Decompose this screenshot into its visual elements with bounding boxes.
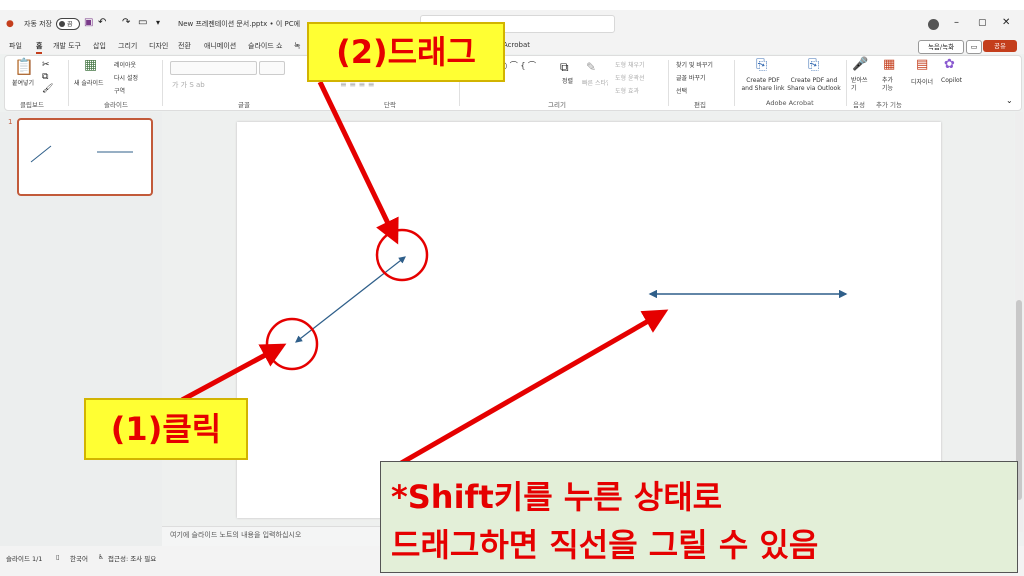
drawing-group-label: 그리기: [548, 101, 566, 109]
tip-box: *Shift키를 누른 상태로 드래그하면 직선을 그릴 수 있음: [380, 461, 1018, 573]
addins-icon[interactable]: ▦: [883, 58, 895, 72]
slide-thumbnail-number: 1: [8, 118, 13, 126]
font-group-label: 글꼴: [238, 101, 250, 109]
pdf-outlook-icon[interactable]: ⎘: [808, 58, 819, 72]
share-button[interactable]: 공유: [983, 40, 1017, 52]
clipboard-group-label: 클립보드: [20, 101, 44, 109]
autosave-toggle[interactable]: 끔: [56, 18, 80, 30]
tab-record[interactable]: 녹: [294, 41, 300, 51]
language-status[interactable]: 한국어: [70, 553, 88, 563]
designer-button[interactable]: 디자이너: [911, 77, 933, 86]
tip-line-2: 드래그하면 직선을 그릴 수 있음: [391, 526, 819, 564]
close-icon[interactable]: ✕: [1002, 16, 1010, 30]
paragraph-group-label: 단락: [384, 101, 396, 109]
copilot-icon[interactable]: ✿: [944, 58, 955, 72]
dictate-button[interactable]: 받아쓰기: [851, 77, 869, 93]
tab-transitions[interactable]: 전환: [178, 41, 191, 51]
shape-fill-button[interactable]: 도형 채우기: [615, 60, 645, 69]
arrange-icon[interactable]: ⧉: [560, 60, 569, 74]
font-style-buttons[interactable]: 가 가 S ab: [172, 80, 205, 90]
paste-icon[interactable]: 📋: [14, 59, 34, 75]
copilot-button[interactable]: Copilot: [941, 77, 962, 84]
step1-label: (1)클릭: [84, 398, 248, 460]
new-slide-icon[interactable]: ▦: [84, 58, 97, 72]
addins-button[interactable]: 추가 기능: [882, 77, 900, 93]
editing-group-label: 편집: [694, 101, 706, 109]
restore-icon[interactable]: ▢: [978, 16, 987, 30]
divider: [668, 60, 669, 106]
voice-group-label: 음성: [853, 101, 865, 109]
shape-effects-button[interactable]: 도형 효과: [615, 86, 639, 95]
pdf-link-icon[interactable]: ⎘: [756, 58, 767, 72]
powerpoint-logo-icon: ●: [6, 19, 14, 29]
new-slide-label[interactable]: 새 슬라이드: [74, 78, 104, 87]
notes-toggle-icon[interactable]: ▯: [56, 553, 60, 561]
create-pdf-share-link-button[interactable]: Create PDF and Share link: [740, 77, 786, 93]
step2-label: (2)드래그: [307, 22, 505, 82]
slide-canvas[interactable]: [237, 122, 941, 518]
comment-icon[interactable]: ▭: [966, 40, 982, 54]
top-strip: [0, 0, 1024, 10]
addins-group-label: 추가 기능: [876, 101, 902, 109]
minimize-icon[interactable]: –: [954, 16, 959, 30]
divider: [846, 60, 847, 106]
collapse-ribbon-icon[interactable]: ⌄: [1006, 94, 1013, 108]
tip-line-1: *Shift키를 누른 상태로: [391, 478, 723, 516]
accessibility-icon: ♿: [98, 553, 104, 561]
create-pdf-share-outlook-button[interactable]: Create PDF and Share via Outlook: [786, 77, 842, 93]
redo-icon[interactable]: ↷: [122, 16, 130, 30]
record-button[interactable]: 녹음/녹화: [918, 40, 964, 54]
start-slideshow-icon[interactable]: ▭: [138, 16, 147, 30]
reset-button[interactable]: 다시 설정: [114, 73, 138, 82]
save-icon[interactable]: ▣: [84, 16, 93, 30]
quick-styles-icon[interactable]: ✎: [586, 60, 596, 74]
tab-design[interactable]: 디자인: [149, 41, 168, 51]
tab-acrobat[interactable]: Acrobat: [503, 41, 530, 49]
slide-thumbnail[interactable]: [17, 118, 153, 196]
slide-count: 슬라이드 1/1: [6, 555, 43, 563]
tab-home[interactable]: 홈: [36, 41, 43, 54]
slides-group-label: 슬라이드: [104, 101, 128, 109]
replace-font-button[interactable]: 글꼴 바꾸기: [676, 73, 706, 82]
font-name-select[interactable]: [170, 61, 257, 75]
arrange-label[interactable]: 정렬: [562, 76, 573, 85]
select-button[interactable]: 선택: [676, 86, 687, 95]
find-replace-button[interactable]: 찾기 및 바꾸기: [676, 60, 713, 69]
section-button[interactable]: 구역: [114, 86, 125, 95]
font-size-select[interactable]: [259, 61, 285, 75]
acrobat-group-label: Adobe Acrobat: [766, 99, 814, 107]
avatar[interactable]: [928, 19, 939, 30]
tab-animations[interactable]: 애니메이션: [204, 41, 236, 51]
shape-outline-button[interactable]: 도형 윤곽선: [615, 73, 645, 82]
tab-developer[interactable]: 개발 도구: [53, 41, 81, 51]
divider: [162, 60, 163, 106]
microphone-icon[interactable]: 🎤: [852, 58, 868, 72]
autosave-label: 자동 저장: [24, 20, 52, 28]
customize-toolbar-icon[interactable]: ▾: [156, 16, 160, 30]
tab-draw[interactable]: 그리기: [118, 41, 137, 51]
divider: [68, 60, 69, 106]
notes-placeholder: 여기에 슬라이드 노트의 내용을 입력하십시오: [170, 531, 302, 539]
designer-icon[interactable]: ▤: [916, 58, 928, 72]
thumbnail-lines: [30, 145, 133, 163]
layout-button[interactable]: 레이아웃: [114, 60, 136, 69]
file-name: New 프레젠테이션 문서.pptx • 이 PC에 저장됨: [178, 20, 300, 28]
tab-slideshow[interactable]: 슬라이드 쇼: [248, 41, 282, 51]
tab-file[interactable]: 파일: [9, 41, 22, 51]
accessibility-status[interactable]: 접근성: 조사 필요: [108, 553, 156, 563]
undo-icon[interactable]: ↶: [98, 16, 106, 30]
divider: [734, 60, 735, 106]
quick-styles-label[interactable]: 빠른 스타일: [582, 78, 608, 87]
format-painter-icon[interactable]: 🖌: [42, 82, 53, 96]
tab-insert[interactable]: 삽입: [93, 41, 106, 51]
paste-label[interactable]: 붙여넣기: [12, 78, 34, 87]
